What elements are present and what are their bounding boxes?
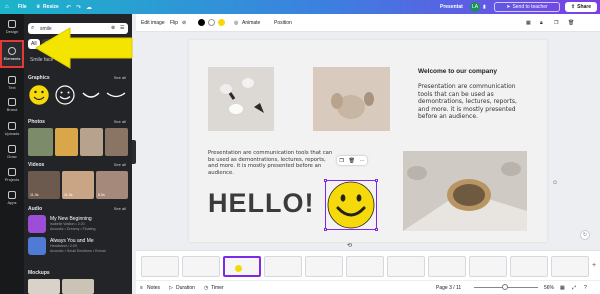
slide-thumbnail[interactable] xyxy=(182,256,220,277)
help-icon[interactable]: ? xyxy=(584,285,587,291)
notes-button[interactable]: Notes xyxy=(147,285,160,291)
slide-thumbnail[interactable] xyxy=(387,256,425,277)
slide-paragraph-left[interactable]: Presentation are communication tools tha… xyxy=(208,150,336,176)
more-icon[interactable]: ⋯ xyxy=(360,158,365,164)
notes-icon: ≡ xyxy=(140,285,143,291)
delete-icon[interactable]: 🗑︎ xyxy=(349,158,355,164)
zoom-level[interactable]: 56% xyxy=(544,285,554,291)
grid-view-icon[interactable]: ▦ xyxy=(560,285,565,291)
bottom-bar: ≡ Notes ▷ Duration ◷ Timer Page 3 / 11 5… xyxy=(136,281,600,294)
delete-icon[interactable]: 🗑︎ xyxy=(568,20,574,26)
slide-canvas[interactable]: Welcome to our company Presentation are … xyxy=(189,40,547,242)
slide-thumbnail[interactable] xyxy=(551,256,589,277)
timer-icon: ◷ xyxy=(204,285,209,291)
fullscreen-icon[interactable]: ⤢ xyxy=(572,285,576,291)
page-thumbnail-strip: + xyxy=(136,250,600,280)
resize-handle[interactable] xyxy=(324,228,327,231)
photo-ceramics-vases[interactable] xyxy=(313,67,390,131)
edit-image-button[interactable]: Edit image xyxy=(141,20,165,26)
slide-thumbnail[interactable] xyxy=(141,256,179,277)
transparency-icon[interactable]: ▦ xyxy=(526,20,531,26)
slide-thumbnail[interactable] xyxy=(346,256,384,277)
add-page-icon[interactable]: + xyxy=(592,262,596,269)
element-quick-toolbar: ❐ 🗑︎ ⋯ xyxy=(337,156,367,165)
lock-icon[interactable]: 🔒︎ xyxy=(540,20,543,26)
photo-white-sculptures[interactable] xyxy=(208,67,274,131)
zoom-slider-thumb[interactable] xyxy=(502,284,508,290)
slide-thumbnail[interactable] xyxy=(469,256,507,277)
slide-paragraph-right[interactable]: Presentation are communication tools tha… xyxy=(418,83,528,121)
position-button[interactable]: Position xyxy=(274,20,292,26)
duplicate-icon[interactable]: ❐ xyxy=(339,158,343,164)
resize-handle[interactable] xyxy=(375,228,378,231)
slide-title[interactable]: Welcome to our company xyxy=(418,68,497,75)
resize-handle[interactable] xyxy=(324,179,327,182)
slide-thumbnail[interactable] xyxy=(264,256,302,277)
duration-button[interactable]: Duration xyxy=(176,285,195,291)
slide-thumbnail[interactable] xyxy=(305,256,343,277)
color-swatch-yellow[interactable] xyxy=(218,19,225,26)
selected-smiley-element[interactable] xyxy=(324,179,378,231)
canva-editor: ⌂ File ♛ Resize ↶ ↷ ☁ Presentat LA ▮ ➤ S… xyxy=(0,0,600,294)
smiley-icon xyxy=(327,181,375,229)
duplicate-icon[interactable]: ❐ xyxy=(554,20,558,26)
slide-thumbnail[interactable] xyxy=(510,256,548,277)
smiley-icon xyxy=(235,265,242,272)
duration-icon: ▷ xyxy=(169,285,173,291)
color-swatch-black[interactable] xyxy=(198,19,205,26)
refresh-icon[interactable]: ↻ xyxy=(580,230,590,240)
animate-button[interactable]: Animate xyxy=(242,20,260,26)
photo-geometric-holes[interactable] xyxy=(403,151,527,231)
timer-button[interactable]: Timer xyxy=(211,285,224,291)
color-swatch-white[interactable] xyxy=(208,19,215,26)
slide-thumbnail[interactable] xyxy=(428,256,466,277)
resize-handle[interactable] xyxy=(375,179,378,182)
flip-button[interactable]: Flip xyxy=(170,20,178,26)
hello-heading[interactable]: HELLO! xyxy=(208,188,315,219)
rotate-handle-icon[interactable]: ⟲ xyxy=(347,242,352,249)
context-toolbar: Edit image Flip ⊘ ◎ Animate Position ▦ 🔒… xyxy=(136,14,600,32)
animate-icon: ◎ xyxy=(234,20,239,26)
slide-thumbnail-current[interactable] xyxy=(223,256,261,277)
adjust-icon[interactable]: ⊘ xyxy=(182,20,186,26)
comment-icon[interactable]: ☺ xyxy=(552,180,558,186)
page-indicator[interactable]: Page 3 / 11 xyxy=(436,285,461,291)
